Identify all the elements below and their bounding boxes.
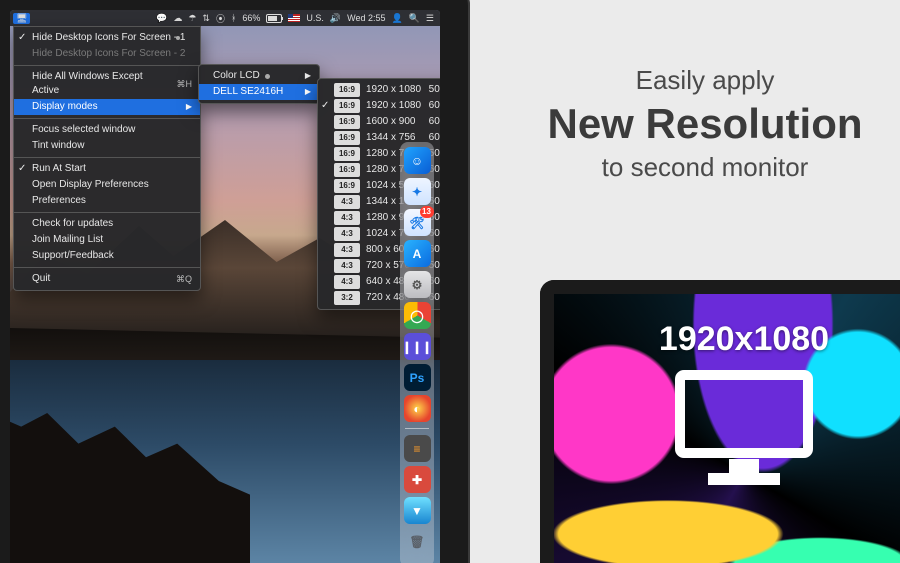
promo-line3: to second monitor (510, 152, 900, 183)
resolution-label: 1920 x 1080 (366, 83, 423, 97)
locale-label: U.S. (306, 13, 324, 23)
battery-icon[interactable] (266, 14, 282, 23)
menu-item[interactable]: Focus selected window (14, 122, 200, 138)
xcode-icon[interactable]: 🛠 (404, 209, 431, 236)
aspect-ratio-badge: 4:3 (334, 275, 360, 289)
menu-item-label: Run At Start (32, 162, 86, 176)
aspect-ratio-badge: 16:9 (334, 147, 360, 161)
resolution-item[interactable]: 16:9 1920 x 1080 60Hz (318, 98, 440, 114)
display-name-label: DELL SE2416H (213, 85, 283, 99)
battery-label: 66% (242, 13, 260, 23)
menu-item[interactable]: Open Display Preferences (14, 177, 200, 193)
aspect-ratio-badge: 4:3 (334, 243, 360, 257)
menu-item[interactable]: Run At Start (14, 161, 200, 177)
resolution-item[interactable]: 16:9 1920 x 1080 50Hz (318, 82, 440, 98)
menu-item-label: Hide Desktop Icons For Screen - 2 (32, 47, 185, 61)
wifi-menubar-icon[interactable]: ⦿ (216, 12, 225, 25)
menu-item[interactable]: Check for updates (14, 216, 200, 232)
resolution-label: 1920 x 1080 (366, 99, 423, 113)
chat-menubar-icon[interactable]: 💬 (156, 13, 167, 24)
menu-item[interactable]: Quit ⌘Q (14, 271, 200, 287)
cloud-menubar-icon[interactable]: ☁ (173, 13, 182, 24)
aspect-ratio-badge: 16:9 (334, 83, 360, 97)
preferences-icon[interactable]: ⚙ (404, 271, 431, 298)
menu-item[interactable]: Preferences (14, 193, 200, 209)
menu-item-shortcut: ⌘Q (168, 272, 192, 286)
menu-item-label: Join Mailing List (32, 233, 103, 247)
downloads-icon[interactable]: ▼ (404, 497, 431, 524)
safari-icon[interactable]: ✦ (404, 178, 431, 205)
appstore-icon[interactable]: A (404, 240, 431, 267)
utility-icon[interactable]: ✚ (404, 466, 431, 493)
menu-item-label: Open Display Preferences (32, 178, 149, 192)
menu-item-label: Hide Desktop Icons For Screen - 1 (32, 31, 185, 45)
display-submenu-item[interactable]: Color LCD (199, 68, 319, 84)
monitor-icon (674, 369, 814, 489)
aspect-ratio-badge: 16:9 (334, 99, 360, 113)
chrome-icon[interactable]: ◯ (404, 302, 431, 329)
menu-item-label: Support/Feedback (32, 249, 114, 263)
menu-item[interactable]: Hide Desktop Icons For Screen - 1 (14, 30, 200, 46)
aspect-ratio-badge: 4:3 (334, 227, 360, 241)
menu-item: Hide Desktop Icons For Screen - 2 (14, 46, 200, 62)
umbrella-menubar-icon[interactable]: ☂ (188, 13, 196, 24)
menu-item-label: Tint window (32, 139, 84, 153)
clock-label[interactable]: Wed 2:55 (347, 13, 385, 23)
menu-item-label: Quit (32, 272, 50, 286)
menu-item[interactable]: Hide All Windows Except Active⌘H (14, 69, 200, 99)
photoshop-icon[interactable]: Ps (404, 364, 431, 391)
aspect-ratio-badge: 4:3 (334, 195, 360, 209)
laptop-screen: 🖥 💬 ☁ ☂ ⇅ ⦿ ᚼ 66% U.S. 🔊 Wed 2:55 👤 🔍 ☰ (10, 10, 440, 563)
user-menubar-icon[interactable]: 👤 (391, 13, 402, 24)
promo-line2: New Resolution (510, 100, 900, 148)
refresh-rate-label: 60Hz (429, 99, 440, 113)
refresh-rate-label: 50Hz (429, 83, 440, 97)
menu-item[interactable]: Tint window (14, 138, 200, 154)
finder-icon[interactable]: ☺ (404, 147, 431, 174)
menu-item-shortcut: ⌘H (169, 77, 193, 91)
display-submenu-item[interactable]: DELL SE2416H (199, 84, 319, 100)
aspect-ratio-badge: 16:9 (334, 115, 360, 129)
promo-text: Easily apply New Resolution to second mo… (510, 65, 900, 183)
menu-item-label: Check for updates (32, 217, 113, 231)
menu-item-label: Display modes (32, 100, 98, 114)
trash-icon[interactable]: 🗑 (404, 528, 431, 555)
volume-menubar-icon[interactable]: 🔊 (330, 13, 341, 24)
second-monitor: 1920x1080 (540, 280, 900, 563)
display-modes-submenu: Color LCD DELL SE2416H (198, 64, 320, 104)
menu-item[interactable]: Support/Feedback (14, 248, 200, 264)
overlay-resolution-label: 1920x1080 (659, 320, 829, 359)
resolution-label: 1600 x 900 (366, 115, 423, 129)
bluetooth-menubar-icon[interactable]: ᚼ (231, 13, 236, 23)
equalizer-icon[interactable]: ❙❙❙ (404, 333, 431, 360)
vpn-menubar-icon[interactable]: ⇅ (202, 13, 210, 24)
promo-line1: Easily apply (510, 65, 900, 96)
menu-item-label: Preferences (32, 194, 86, 208)
aspect-ratio-badge: 4:3 (334, 211, 360, 225)
app-dropdown-menu: Hide Desktop Icons For Screen - 1 Hide De… (13, 26, 201, 291)
menubar: 🖥 💬 ☁ ☂ ⇅ ⦿ ᚼ 66% U.S. 🔊 Wed 2:55 👤 🔍 ☰ (10, 10, 440, 26)
display-name-label: Color LCD (213, 69, 260, 83)
refresh-rate-label: 60Hz (429, 115, 440, 129)
aspect-ratio-badge: 16:9 (334, 131, 360, 145)
menu-item[interactable]: Display modes (14, 99, 200, 115)
control-center-icon[interactable]: ☰ (426, 13, 434, 24)
app-generic-icon[interactable]: ◐ (404, 395, 431, 422)
menu-item[interactable]: Join Mailing List (14, 232, 200, 248)
menu-item-label: Hide All Windows Except Active (32, 70, 169, 98)
resolution-item[interactable]: 16:9 1600 x 900 60Hz (318, 114, 440, 130)
aspect-ratio-badge: 4:3 (334, 259, 360, 273)
aspect-ratio-badge: 16:9 (334, 163, 360, 177)
sublime-icon[interactable]: ≡ (404, 435, 431, 462)
dock: ☺ ✦ 🛠 A ⚙ ◯ ❙❙❙ Ps ◐ ≡ ✚ ▼ 🗑 (400, 142, 434, 563)
menu-item-label: Focus selected window (32, 123, 135, 137)
flag-icon[interactable] (288, 14, 300, 22)
app-menubar-icon[interactable]: 🖥 (13, 13, 30, 24)
spotlight-icon[interactable]: 🔍 (409, 13, 420, 24)
aspect-ratio-badge: 3:2 (334, 291, 360, 305)
aspect-ratio-badge: 16:9 (334, 179, 360, 193)
